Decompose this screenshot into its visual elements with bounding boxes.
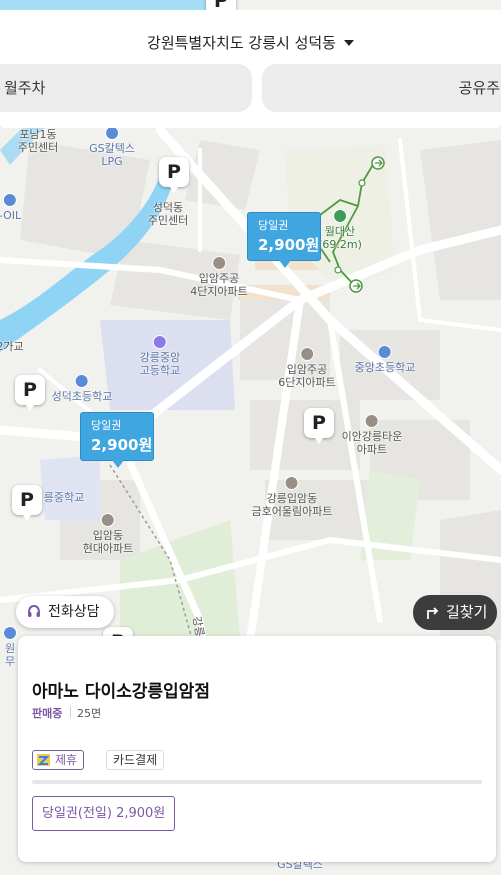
map-label-gangneung-ipam: 강릉입암동 금호어울림아파트: [251, 476, 333, 518]
map-label-text: 중앙초등학교: [354, 361, 416, 374]
apartment-icon: [100, 513, 115, 527]
filter-label: 월주차: [4, 79, 46, 97]
filter-shared-parking[interactable]: 공유주: [262, 64, 501, 112]
parking-lot-name: 아마노 다이소강릉입암점: [32, 682, 210, 702]
gas-station-icon: [105, 126, 119, 140]
map-label-gangneung-jungang: 강릉중앙 고등학교: [140, 335, 180, 377]
card-payment-tag: 카드결제: [106, 750, 165, 770]
apartment-icon: [364, 414, 379, 428]
map-label-gs-lpg: GS칼텍스 LPG: [89, 126, 135, 168]
price-marker-label: 당일권: [91, 419, 122, 432]
price-marker-value: 2,900원: [258, 236, 320, 254]
map-label-ponam1: 포남1동 주민센터: [18, 128, 58, 154]
map-label-iantown: 이안강릉타운 아파트: [341, 414, 403, 456]
parking-marker[interactable]: P: [159, 157, 189, 193]
region-selector[interactable]: 강원특별자치도 강릉시 성덕동: [0, 32, 501, 53]
parking-marker[interactable]: P: [304, 408, 334, 444]
map-label-text: GS칼텍스 LPG: [89, 142, 135, 168]
phone-consult-button[interactable]: 전화상담: [16, 596, 114, 628]
parking-lot-card[interactable]: 아마노 다이소강릉입암점 판매중 25면 제휴 카드결제 당일권(전일) 2,9…: [18, 636, 496, 862]
top-header: 강원특별자치도 강릉시 성덕동 월주차 공유주: [0, 10, 501, 128]
divider: [70, 706, 71, 718]
turn-right-arrow-icon: [427, 607, 439, 619]
map-label-text: -OIL: [0, 209, 22, 222]
region-label: 강원특별자치도 강릉시 성덕동: [147, 34, 336, 52]
map-label-text: 릉중학교: [43, 491, 85, 504]
school-icon: [74, 374, 89, 388]
partner-tag: 제휴: [32, 750, 85, 770]
divider-bar: [32, 780, 482, 784]
price-marker[interactable]: 당일권 2,900원: [247, 212, 321, 268]
map-label-seongdeok-elem: 성덕초등학교: [51, 374, 113, 403]
ticket-option-button[interactable]: 당일권(전일) 2,900원: [32, 796, 176, 831]
map-label-woldaesan: 월대산 (69.2m): [318, 209, 362, 251]
map-label-text: 강릉입암동 금호어울림아파트: [251, 492, 333, 518]
partner-logo-icon: [37, 754, 50, 766]
map-label-seongdeok: 성덕동 주민센터: [148, 201, 188, 227]
map-label-text: 원 무: [4, 642, 16, 668]
phone-consult-label: 전화상담: [48, 604, 100, 620]
map-label-text: 이안강릉타운 아파트: [341, 430, 403, 456]
map-label-bridge: 2가교: [0, 340, 24, 353]
map-label-ipam6: 입암주공 6단지아파트: [278, 347, 336, 389]
map-label-text: 성덕초등학교: [51, 390, 113, 403]
parking-marker[interactable]: P: [15, 375, 45, 411]
price-marker-value: 2,900원: [91, 436, 153, 454]
school-icon: [152, 335, 167, 349]
filter-monthly-parking[interactable]: 월주차: [0, 64, 252, 112]
filter-label: 공유주: [458, 79, 500, 97]
map-label-left-edge: 원 무: [3, 626, 17, 668]
apartment-icon: [211, 256, 226, 270]
price-marker-label: 당일권: [258, 219, 289, 232]
directions-label: 길찾기: [446, 603, 488, 621]
apartment-icon: [299, 347, 314, 361]
map-label-text: 입암주공 4단지아파트: [190, 272, 248, 298]
headset-icon: [28, 604, 40, 617]
capacity-count: 25면: [77, 707, 102, 720]
map-label-soil: -OIL: [0, 193, 21, 222]
caret-down-icon: [343, 40, 354, 46]
map-label-text: 입암동 현대아파트: [82, 529, 134, 555]
map-label-text: 입암주공 6단지아파트: [278, 363, 336, 389]
map-label-text: 강릉중앙 고등학교: [139, 351, 181, 377]
place-icon: [3, 626, 17, 640]
map-label-text: 성덕동 주민센터: [147, 201, 189, 227]
apartment-icon: [285, 476, 299, 490]
map-label-text: 2가교: [0, 340, 24, 353]
map-label-ipam4: 입암주공 4단지아파트: [190, 256, 248, 298]
partner-tag-label: 제휴: [55, 753, 78, 767]
parking-marker[interactable]: P: [12, 485, 42, 521]
mountain-icon: [332, 209, 347, 223]
price-marker[interactable]: 당일권 2,900원: [80, 412, 154, 468]
status-badge: 판매중: [32, 707, 63, 720]
map-label-ipam-hyundai: 입암동 현대아파트: [82, 513, 134, 555]
map-label-text: 포남1동 주민센터: [17, 128, 59, 154]
school-icon: [377, 345, 392, 359]
gas-station-icon: [3, 193, 17, 207]
directions-button[interactable]: 길찾기: [413, 595, 497, 630]
map-label-jungang-elem: 중앙초등학교: [354, 345, 416, 374]
map-label-text: 월대산 (69.2m): [318, 225, 362, 251]
map-label-mid-school: 릉중학교: [44, 491, 84, 504]
